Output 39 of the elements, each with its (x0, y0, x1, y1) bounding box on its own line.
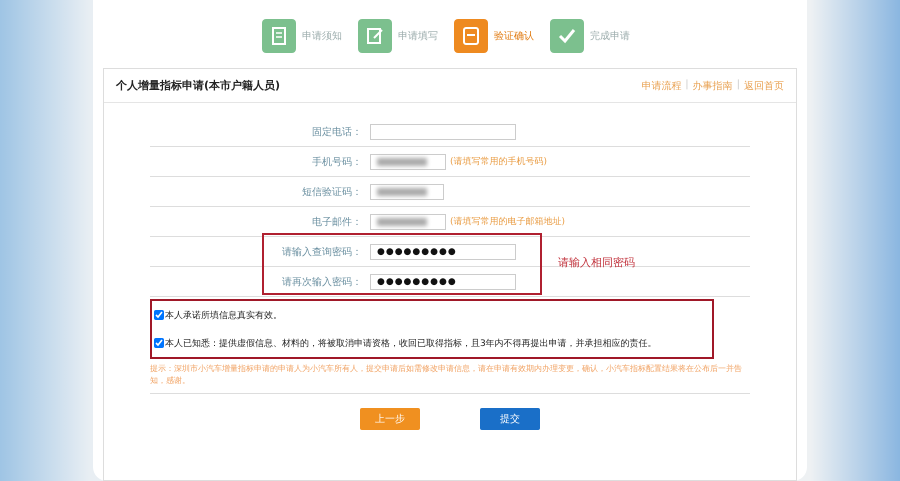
document-icon (269, 26, 289, 46)
checkbox[interactable] (154, 338, 164, 348)
pledge-text: 本人承诺所填信息真实有效。 (165, 310, 282, 322)
step-label: 申请须知 (302, 30, 342, 43)
input-field[interactable] (370, 154, 446, 170)
field-label: 请输入查询密码： (281, 246, 363, 258)
link-separator: | (685, 78, 689, 92)
edit-icon (365, 26, 385, 46)
checkbox[interactable] (154, 310, 164, 320)
submit-button[interactable]: 提交 (480, 408, 540, 430)
step-label: 完成申请 (590, 30, 630, 43)
field-hint: (请填写常用的电子邮箱地址) (450, 216, 566, 228)
blurred-value (377, 158, 427, 166)
password-field[interactable]: ●●●●●●●●● (370, 274, 516, 290)
blurred-value (377, 188, 427, 196)
step-label: 验证确认 (494, 30, 534, 43)
blurred-value (377, 218, 427, 226)
pledge-text: 本人已知悉：提供虚假信息、材料的，将被取消申请资格，收回已取得指标，且3年内不得再提出申请，并承担相应的责任。 (165, 338, 657, 350)
field-label: 电子邮件： (311, 216, 363, 228)
book-icon (461, 26, 481, 46)
annotation-text: 请输入相同密码 (558, 255, 635, 270)
checkmark-icon (557, 26, 577, 46)
input-field[interactable] (370, 214, 446, 230)
field-label: 固定电话： (311, 126, 363, 138)
field-label: 短信验证码： (301, 186, 363, 198)
header-link[interactable]: 申请流程 (641, 78, 682, 92)
field-label: 手机号码： (311, 156, 363, 168)
notice-text: 提示：深圳市小汽车增量指标申请的申请人为小汽车所有人，提交申请后如需修改申请信息，请在申请有效期内办理变更，确认，小汽车指标配置结果将在公布后一并告知，感谢。 (150, 363, 750, 394)
input-field[interactable] (370, 124, 516, 140)
link-separator: | (736, 78, 740, 92)
step-label: 申请填写 (398, 30, 438, 43)
back-button[interactable]: 上一步 (360, 408, 420, 430)
password-field[interactable]: ●●●●●●●●● (370, 244, 516, 260)
header-link[interactable]: 办事指南 (692, 78, 733, 92)
field-hint: (请填写常用的手机号码) (450, 156, 548, 168)
field-label: 请再次输入密码： (281, 276, 363, 288)
input-field[interactable] (370, 184, 444, 200)
header-link[interactable]: 返回首页 (744, 78, 784, 92)
section-title: 个人增量指标申请(本市户籍人员) (116, 78, 280, 93)
